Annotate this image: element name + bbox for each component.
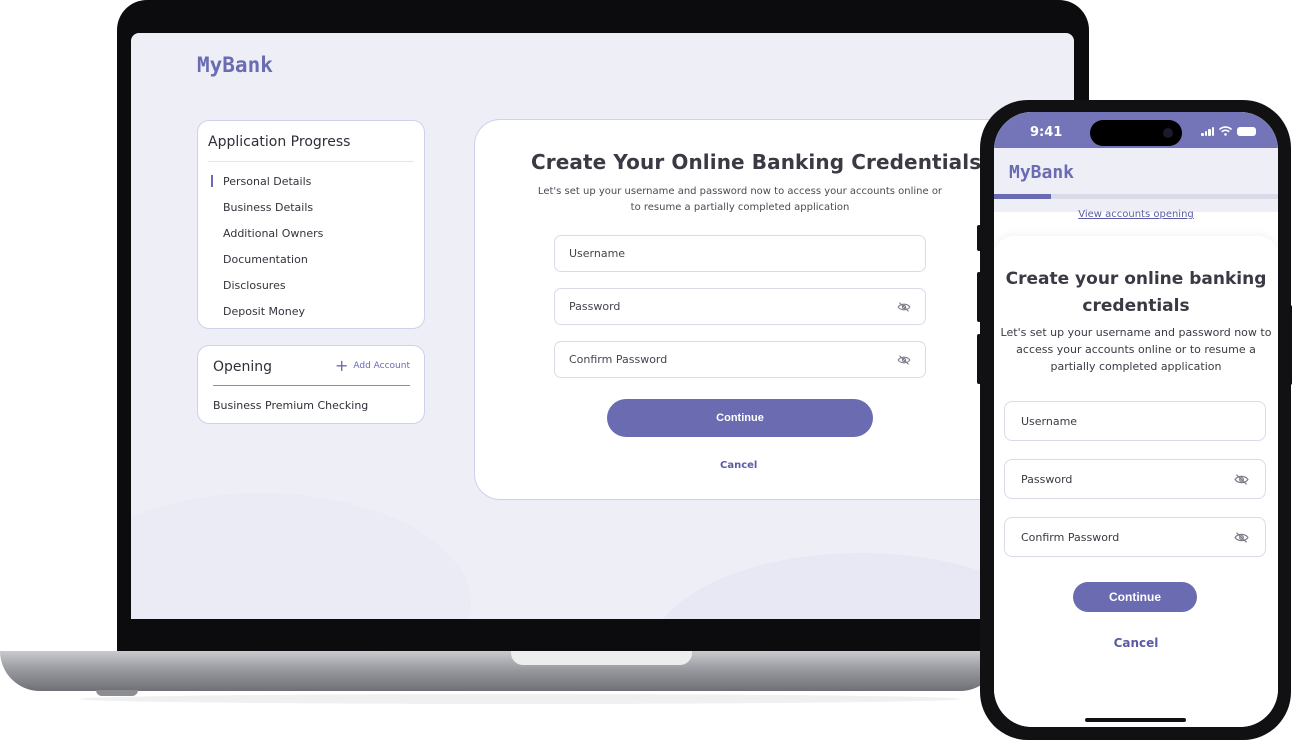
- phone-side-button: [977, 272, 981, 322]
- step-documentation[interactable]: Documentation: [223, 253, 323, 279]
- plus-icon: +: [334, 356, 349, 375]
- username-field[interactable]: Username: [554, 235, 926, 272]
- opening-account-item: Business Premium Checking: [213, 399, 369, 412]
- application-progress-panel: Application Progress Personal Details Bu…: [197, 120, 425, 329]
- laptop-foot: [96, 690, 138, 696]
- phone-side-button: [1288, 305, 1292, 385]
- brand-logo[interactable]: MyBank: [197, 53, 273, 77]
- status-bar: 9:41: [994, 112, 1278, 148]
- view-accounts-opening-link[interactable]: View accounts opening: [994, 209, 1278, 220]
- confirm-password-placeholder: Confirm Password: [569, 353, 668, 366]
- laptop-screen: MyBank Application Progress Personal Det…: [131, 33, 1074, 619]
- password-field[interactable]: Password: [554, 288, 926, 325]
- opening-panel: Opening + Add Account Business Premium C…: [197, 345, 425, 424]
- eye-off-icon[interactable]: [897, 301, 911, 312]
- step-disclosures[interactable]: Disclosures: [223, 279, 323, 305]
- confirm-password-field[interactable]: Confirm Password: [554, 341, 926, 378]
- step-personal-details[interactable]: Personal Details: [210, 175, 323, 201]
- page-title: Create your online banking credentials: [1005, 269, 1267, 316]
- add-account-label: Add Account: [353, 361, 410, 371]
- credentials-card: Create Your Online Banking Credentials L…: [474, 119, 1034, 500]
- signal-icon: [1201, 126, 1214, 136]
- confirm-password-placeholder: Confirm Password: [1021, 530, 1120, 544]
- page-subtitle: Let's set up your username and password …: [537, 186, 943, 213]
- eye-off-icon[interactable]: [897, 354, 911, 365]
- dynamic-island: [1090, 120, 1182, 146]
- progress-steps: Personal Details Business Details Additi…: [210, 175, 323, 331]
- password-field[interactable]: Password: [1004, 459, 1266, 499]
- laptop-notch: [511, 651, 692, 665]
- home-indicator: [1085, 718, 1186, 722]
- username-placeholder: Username: [569, 247, 626, 260]
- laptop-base: [0, 651, 1000, 691]
- continue-button[interactable]: Continue: [607, 399, 873, 437]
- cancel-link[interactable]: Cancel: [994, 636, 1278, 650]
- username-field[interactable]: Username: [1004, 401, 1266, 441]
- eye-off-icon[interactable]: [1234, 531, 1249, 543]
- divider: [208, 161, 414, 162]
- cancel-link[interactable]: Cancel: [720, 460, 757, 471]
- phone-side-button: [977, 225, 981, 251]
- step-deposit-money[interactable]: Deposit Money: [223, 305, 323, 331]
- password-placeholder: Password: [1021, 472, 1073, 486]
- page-title: Create Your Online Banking Credentials: [531, 150, 982, 174]
- page-subtitle: Let's set up your username and password …: [1000, 326, 1272, 373]
- username-placeholder: Username: [1021, 414, 1078, 428]
- phone-side-button: [977, 334, 981, 384]
- wifi-icon: [1219, 126, 1232, 136]
- divider: [213, 385, 410, 386]
- confirm-password-field[interactable]: Confirm Password: [1004, 517, 1266, 557]
- phone-screen: 9:41 MyBank View accounts opening Create…: [994, 112, 1278, 727]
- password-placeholder: Password: [569, 300, 621, 313]
- brand-logo[interactable]: MyBank: [1009, 162, 1074, 183]
- panel-title: Opening: [213, 359, 273, 375]
- credentials-card: Create your online banking credentials L…: [994, 236, 1278, 727]
- step-business-details[interactable]: Business Details: [223, 201, 323, 227]
- step-additional-owners[interactable]: Additional Owners: [223, 227, 323, 253]
- progress-fill: [994, 194, 1051, 199]
- battery-icon: [1237, 126, 1256, 136]
- add-account-button[interactable]: + Add Account: [335, 358, 410, 374]
- continue-button[interactable]: Continue: [1073, 582, 1197, 612]
- background-wave: [131, 493, 471, 619]
- laptop-shadow: [80, 694, 960, 704]
- eye-off-icon[interactable]: [1234, 473, 1249, 485]
- panel-title: Application Progress: [208, 134, 351, 150]
- status-time: 9:41: [1030, 125, 1063, 140]
- status-icons: [1201, 126, 1256, 136]
